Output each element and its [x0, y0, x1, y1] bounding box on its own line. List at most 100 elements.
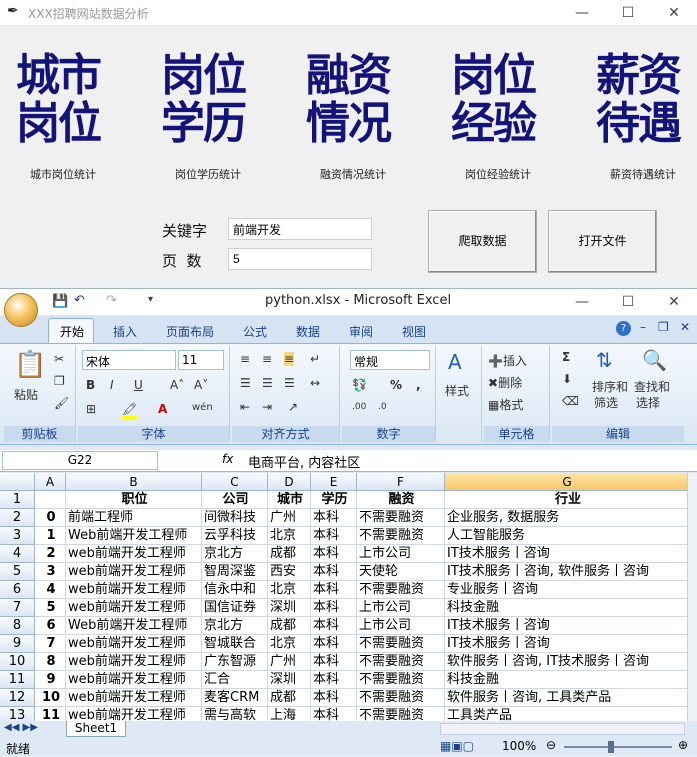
- ribbon-minimize-icon[interactable]: –: [640, 320, 646, 334]
- table-cell[interactable]: 科技金融: [445, 671, 687, 689]
- row-header[interactable]: 7: [0, 599, 35, 617]
- column-header[interactable]: D: [268, 473, 311, 491]
- zoom-level[interactable]: 100%: [502, 739, 536, 753]
- table-cell[interactable]: 本科: [311, 689, 357, 707]
- table-cell[interactable]: web前端开发工程师: [66, 689, 202, 707]
- undo-icon[interactable]: ↶: [74, 293, 85, 308]
- table-cell[interactable]: 企业服务, 数据服务: [445, 509, 687, 527]
- table-cell[interactable]: 深圳: [268, 599, 311, 617]
- vertical-scrollbar[interactable]: [687, 473, 697, 721]
- table-cell[interactable]: 上市公司: [357, 545, 445, 563]
- header-cell[interactable]: 行业: [445, 491, 687, 509]
- sum-icon[interactable]: Σ: [562, 350, 570, 364]
- table-cell[interactable]: 深圳: [268, 671, 311, 689]
- wrap-text-icon[interactable]: ↵: [310, 352, 320, 366]
- shrink-font-icon[interactable]: A˅: [194, 378, 208, 392]
- align-bottom-icon[interactable]: ≡: [284, 352, 295, 366]
- styles-label[interactable]: 样式: [445, 382, 469, 399]
- column-header[interactable]: B: [66, 473, 202, 491]
- table-cell[interactable]: 不需要融资: [357, 581, 445, 599]
- table-cell[interactable]: 1: [35, 527, 66, 545]
- header-cell[interactable]: 公司: [202, 491, 268, 509]
- table-cell[interactable]: 上海: [268, 707, 311, 721]
- row-header[interactable]: 9: [0, 635, 35, 653]
- row-header[interactable]: 12: [0, 689, 35, 707]
- table-cell[interactable]: 成都: [268, 545, 311, 563]
- table-cell[interactable]: 麦客CRM: [202, 689, 268, 707]
- table-cell[interactable]: 不需要融资: [357, 527, 445, 545]
- percent-icon[interactable]: %: [390, 378, 402, 392]
- table-cell[interactable]: 西安: [268, 563, 311, 581]
- font-size-select[interactable]: 11: [178, 350, 224, 370]
- table-cell[interactable]: web前端开发工程师: [66, 707, 202, 721]
- table-cell[interactable]: 2: [35, 545, 66, 563]
- tile-city-jobs[interactable]: 城市 岗位 城市岗位统计: [16, 52, 112, 182]
- bold-icon[interactable]: B: [86, 378, 95, 392]
- table-cell[interactable]: 国信证券: [202, 599, 268, 617]
- table-cell[interactable]: 3: [35, 563, 66, 581]
- table-cell[interactable]: 不需要融资: [357, 635, 445, 653]
- table-cell[interactable]: web前端开发工程师: [66, 635, 202, 653]
- keyword-input[interactable]: [228, 218, 372, 240]
- cut-icon[interactable]: ✂: [54, 352, 64, 366]
- indent-decrease-icon[interactable]: ⇤: [240, 400, 250, 414]
- tile-job-experience[interactable]: 岗位 经验 岗位经验统计: [451, 52, 547, 182]
- table-cell[interactable]: Web前端开发工程师: [66, 617, 202, 635]
- styles-icon[interactable]: A: [448, 350, 462, 374]
- table-cell[interactable]: 5: [35, 599, 66, 617]
- format-painter-icon[interactable]: 🖌: [54, 396, 69, 410]
- tab-insert[interactable]: 插入: [113, 323, 137, 340]
- table-cell[interactable]: 9: [35, 671, 66, 689]
- table-cell[interactable]: 10: [35, 689, 66, 707]
- find-select-label[interactable]: 查找和: [634, 378, 670, 395]
- indent-increase-icon[interactable]: ⇥: [262, 400, 272, 414]
- tab-review[interactable]: 审阅: [349, 323, 373, 340]
- tab-formulas[interactable]: 公式: [243, 323, 267, 340]
- table-cell[interactable]: web前端开发工程师: [66, 653, 202, 671]
- copy-icon[interactable]: ❐: [54, 374, 65, 388]
- name-box[interactable]: G22: [2, 451, 158, 470]
- table-cell[interactable]: IT技术服务丨咨询, 软件服务丨咨询: [445, 563, 687, 581]
- table-cell[interactable]: 本科: [311, 653, 357, 671]
- table-cell[interactable]: 京北方: [202, 545, 268, 563]
- ribbon-restore-icon[interactable]: ❐: [658, 320, 669, 334]
- select-all-corner[interactable]: [0, 473, 35, 491]
- table-cell[interactable]: 智城联合: [202, 635, 268, 653]
- table-cell[interactable]: 不需要融资: [357, 671, 445, 689]
- table-cell[interactable]: 专业服务丨咨询: [445, 581, 687, 599]
- table-cell[interactable]: 汇合: [202, 671, 268, 689]
- sheet-nav-icon[interactable]: ◀◀ ▶▶: [4, 722, 38, 733]
- table-cell[interactable]: 上市公司: [357, 617, 445, 635]
- table-cell[interactable]: 本科: [311, 707, 357, 721]
- header-cell[interactable]: 城市: [268, 491, 311, 509]
- table-cell[interactable]: 广东智源: [202, 653, 268, 671]
- table-cell[interactable]: 本科: [311, 671, 357, 689]
- tile-salary[interactable]: 薪资 待遇 薪资待遇统计: [596, 52, 692, 182]
- row-header[interactable]: 1: [0, 491, 35, 509]
- row-header[interactable]: 10: [0, 653, 35, 671]
- sort-filter-label2[interactable]: 筛选: [594, 394, 618, 411]
- zoom-in-icon[interactable]: ⊕: [678, 738, 688, 752]
- orientation-icon[interactable]: ↗: [288, 400, 298, 414]
- align-center-icon[interactable]: ☰: [262, 376, 273, 390]
- insert-cells-button[interactable]: ➕插入: [488, 352, 527, 369]
- excel-minimize-button[interactable]: —: [559, 289, 605, 315]
- table-cell[interactable]: web前端开发工程师: [66, 581, 202, 599]
- table-cell[interactable]: 广州: [268, 509, 311, 527]
- table-cell[interactable]: IT技术服务丨咨询: [445, 545, 687, 563]
- underline-icon[interactable]: U: [134, 378, 143, 392]
- spreadsheet-grid[interactable]: A B C D E F G 1 职位 公司 城市 学历 融资 行业 2 0 前端工程师 间微科技 广州 本科 不需要融资…: [0, 473, 687, 721]
- row-header[interactable]: 3: [0, 527, 35, 545]
- open-file-button[interactable]: 打开文件: [548, 210, 657, 273]
- table-cell[interactable]: 不需要融资: [357, 509, 445, 527]
- table-cell[interactable]: web前端开发工程师: [66, 545, 202, 563]
- table-cell[interactable]: 北京: [268, 635, 311, 653]
- minimize-button[interactable]: —: [559, 0, 605, 26]
- sort-filter-icon[interactable]: ⇅: [596, 348, 613, 372]
- header-cell[interactable]: 学历: [311, 491, 357, 509]
- table-cell[interactable]: 不需要融资: [357, 707, 445, 721]
- border-icon[interactable]: ⊞: [86, 402, 96, 416]
- table-cell[interactable]: 软件服务丨咨询, IT技术服务丨咨询: [445, 653, 687, 671]
- grow-font-icon[interactable]: A˄: [170, 378, 184, 392]
- table-cell[interactable]: 0: [35, 509, 66, 527]
